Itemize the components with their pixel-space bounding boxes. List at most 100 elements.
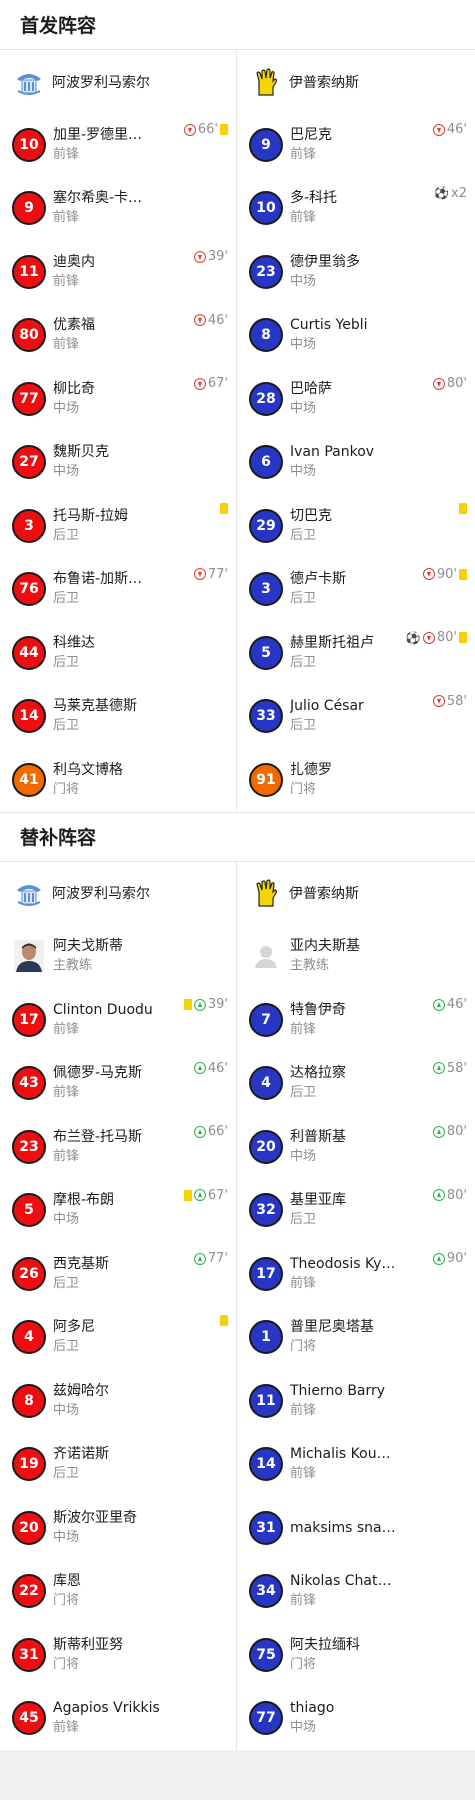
player-row[interactable]: 9 塞尔希奥-卡… 前锋 xyxy=(0,177,236,241)
player-row[interactable]: 45 Agapios Vrikkis 前锋 xyxy=(0,1687,236,1751)
player-position: 门将 xyxy=(290,781,317,797)
player-row[interactable]: 76 布鲁诺-加斯… 后卫 77' xyxy=(0,558,236,622)
player-info: Clinton Duodu 前锋 xyxy=(53,1000,153,1040)
player-row[interactable]: 32 基里亚库 后卫 80' xyxy=(237,1179,475,1243)
player-row[interactable]: 4 阿多尼 后卫 xyxy=(0,1306,236,1370)
player-position: 中场 xyxy=(290,1720,317,1736)
shirt-number-badge: 43 xyxy=(12,1066,46,1101)
player-position: 前锋 xyxy=(53,1085,80,1101)
player-info: Theodosis Ky… 前锋 xyxy=(290,1254,395,1294)
player-row[interactable]: 5 摩根-布朗 中场 67' xyxy=(0,1179,236,1243)
substituted-off-icon xyxy=(193,568,206,580)
player-row[interactable]: 6 Ivan Pankov 中场 xyxy=(237,431,475,495)
yellow-card-icon xyxy=(183,999,192,1010)
goal-ball-icon: ⚽ xyxy=(434,186,450,200)
player-row[interactable]: 34 Nikolas Chat… 前锋 xyxy=(237,1560,475,1624)
match-events: 90' xyxy=(432,1251,467,1266)
player-row[interactable]: 3 托马斯-拉姆 后卫 xyxy=(0,494,236,558)
player-info: maksims sna… xyxy=(290,1518,396,1538)
player-row[interactable]: 27 魏斯贝克 中场 xyxy=(0,431,236,495)
player-row[interactable]: 8 兹姆哈尔中场 xyxy=(0,1369,236,1433)
match-events: ⚽ x2 xyxy=(434,186,467,201)
player-row[interactable]: 44 科维达 后卫 xyxy=(0,621,236,685)
player-position: 门将 xyxy=(290,1656,317,1672)
player-row[interactable]: 9 巴尼克 前锋 46' xyxy=(237,113,475,177)
player-name: Agapios Vrikkis xyxy=(53,1700,160,1717)
player-row[interactable]: 23 德伊里翁多 中场 xyxy=(237,240,475,304)
shirt-number-badge: 32 xyxy=(249,1193,283,1228)
event-minute: 67' xyxy=(207,376,228,391)
match-events xyxy=(220,503,228,514)
player-row[interactable]: 10 加里-罗德里… 前锋 66' xyxy=(0,113,236,177)
shirt-number-badge: 3 xyxy=(12,508,46,543)
player-row[interactable]: 22 库恩 门将 xyxy=(0,1560,236,1624)
player-name: 摩根-布朗 xyxy=(53,1192,115,1209)
home-team-row[interactable]: 阿波罗利马索尔 xyxy=(0,50,236,113)
player-row[interactable]: 17 Theodosis Ky… 前锋 90' xyxy=(237,1242,475,1306)
goal-ball-icon: ⚽ xyxy=(405,630,421,645)
event-minute: 58' xyxy=(446,1060,467,1076)
home-coach-row[interactable]: 阿夫戈斯蒂 主教练 xyxy=(0,925,236,989)
shirt-number-badge: 9 xyxy=(12,191,46,226)
player-row[interactable]: 17 Clinton Duodu 前锋 39' xyxy=(0,988,236,1052)
player-row[interactable]: 75 阿夫拉缅科 门将 xyxy=(237,1623,475,1687)
shirt-number-badge: 34 xyxy=(249,1574,283,1609)
player-info: Ivan Pankov 中场 xyxy=(290,442,374,482)
shirt-number-badge: 20 xyxy=(12,1510,46,1545)
player-row[interactable]: 14 马莱克基德斯 后卫 xyxy=(0,685,236,749)
match-events: 80' xyxy=(432,1124,467,1139)
player-row[interactable]: 41 利乌文博格 门将 xyxy=(0,748,236,812)
coach-name: 阿夫戈斯蒂 xyxy=(53,938,123,955)
match-events: 46' xyxy=(193,313,228,328)
player-position: 前锋 xyxy=(290,1402,317,1418)
away-team-row[interactable]: 伊普索纳斯 xyxy=(237,50,475,113)
player-row[interactable]: 19 齐诺诺斯 后卫 xyxy=(0,1433,236,1497)
player-position: 中场 xyxy=(53,1402,80,1418)
shirt-number-badge: 3 xyxy=(249,572,283,607)
home-team-row[interactable]: 阿波罗利马索尔 xyxy=(0,862,236,925)
player-row[interactable]: 77 柳比奇 中场 67' xyxy=(0,367,236,431)
away-coach-row[interactable]: 亚内夫斯基 主教练 xyxy=(237,925,475,989)
player-row[interactable]: 4 达格拉察 后卫 58' xyxy=(237,1052,475,1116)
player-row[interactable]: 5 赫里斯托祖卢 后卫 ⚽ 80' xyxy=(237,621,475,685)
player-name: 兹姆哈尔 xyxy=(53,1382,109,1399)
player-row[interactable]: 91 扎德罗 门将 xyxy=(237,748,475,812)
player-row[interactable]: 33 Julio César 后卫 58' xyxy=(237,685,475,749)
player-row[interactable]: 31 斯蒂利亚努 门将 xyxy=(0,1623,236,1687)
player-row[interactable]: 26 西克基斯 后卫 77' xyxy=(0,1242,236,1306)
player-row[interactable]: 31 maksims sna… xyxy=(237,1496,475,1560)
player-row[interactable]: 3 德卢卡斯 后卫 90' xyxy=(237,558,475,622)
player-position: 前锋 xyxy=(53,1021,80,1037)
shirt-number-badge: 14 xyxy=(12,699,46,734)
player-row[interactable]: 14 Michalis Kou… 前锋 xyxy=(237,1433,475,1497)
player-info: Michalis Kou… 前锋 xyxy=(290,1444,391,1484)
player-row[interactable]: 28 巴哈萨 中场 80' xyxy=(237,367,475,431)
player-row[interactable]: 7 特鲁伊奇 前锋 46' xyxy=(237,988,475,1052)
player-row[interactable]: 77 thiago 中场 xyxy=(237,1687,475,1751)
event-minute: 46' xyxy=(446,997,467,1012)
player-row[interactable]: 20 利普斯基 中场 80' xyxy=(237,1115,475,1179)
match-events: 46' xyxy=(193,1061,228,1076)
event-minute: 77' xyxy=(207,566,228,582)
player-name: 利乌文博格 xyxy=(53,761,123,778)
home-column: 阿波罗利马索尔 10 加里-罗德里… 前锋 66' 9 塞尔希奥-卡… 前锋 11 迪奥内 前锋 3… xyxy=(0,50,237,812)
player-name: 斯蒂利亚努 xyxy=(53,1636,123,1653)
player-row[interactable]: 80 优素福 前锋 46' xyxy=(0,304,236,368)
player-info: 切巴克 后卫 xyxy=(290,506,332,546)
away-team-row[interactable]: 伊普索纳斯 xyxy=(237,862,475,925)
bottom-spacer xyxy=(0,1750,475,1800)
player-info: 利普斯基 中场 xyxy=(290,1127,346,1167)
shirt-number-badge: 8 xyxy=(12,1383,46,1418)
player-row[interactable]: 20 斯波尔亚里奇 中场 xyxy=(0,1496,236,1560)
coach-role: 主教练 xyxy=(53,958,93,974)
player-row[interactable]: 8 Curtis Yebli 中场 xyxy=(237,304,475,368)
player-row[interactable]: 11 迪奥内 前锋 39' xyxy=(0,240,236,304)
player-name: 库恩 xyxy=(53,1573,81,1590)
player-row[interactable]: 10 多-科托 前锋 ⚽ x2 xyxy=(237,177,475,241)
substituted-off-icon xyxy=(422,568,435,580)
player-row[interactable]: 29 切巴克 后卫 xyxy=(237,494,475,558)
player-row[interactable]: 43 佩德罗-马克斯 前锋 46' xyxy=(0,1052,236,1116)
player-row[interactable]: 1 普里尼奥塔基 门将 xyxy=(237,1306,475,1370)
player-row[interactable]: 23 布兰登-托马斯 前锋 66' xyxy=(0,1115,236,1179)
player-row[interactable]: 11 Thierno Barry 前锋 xyxy=(237,1369,475,1433)
